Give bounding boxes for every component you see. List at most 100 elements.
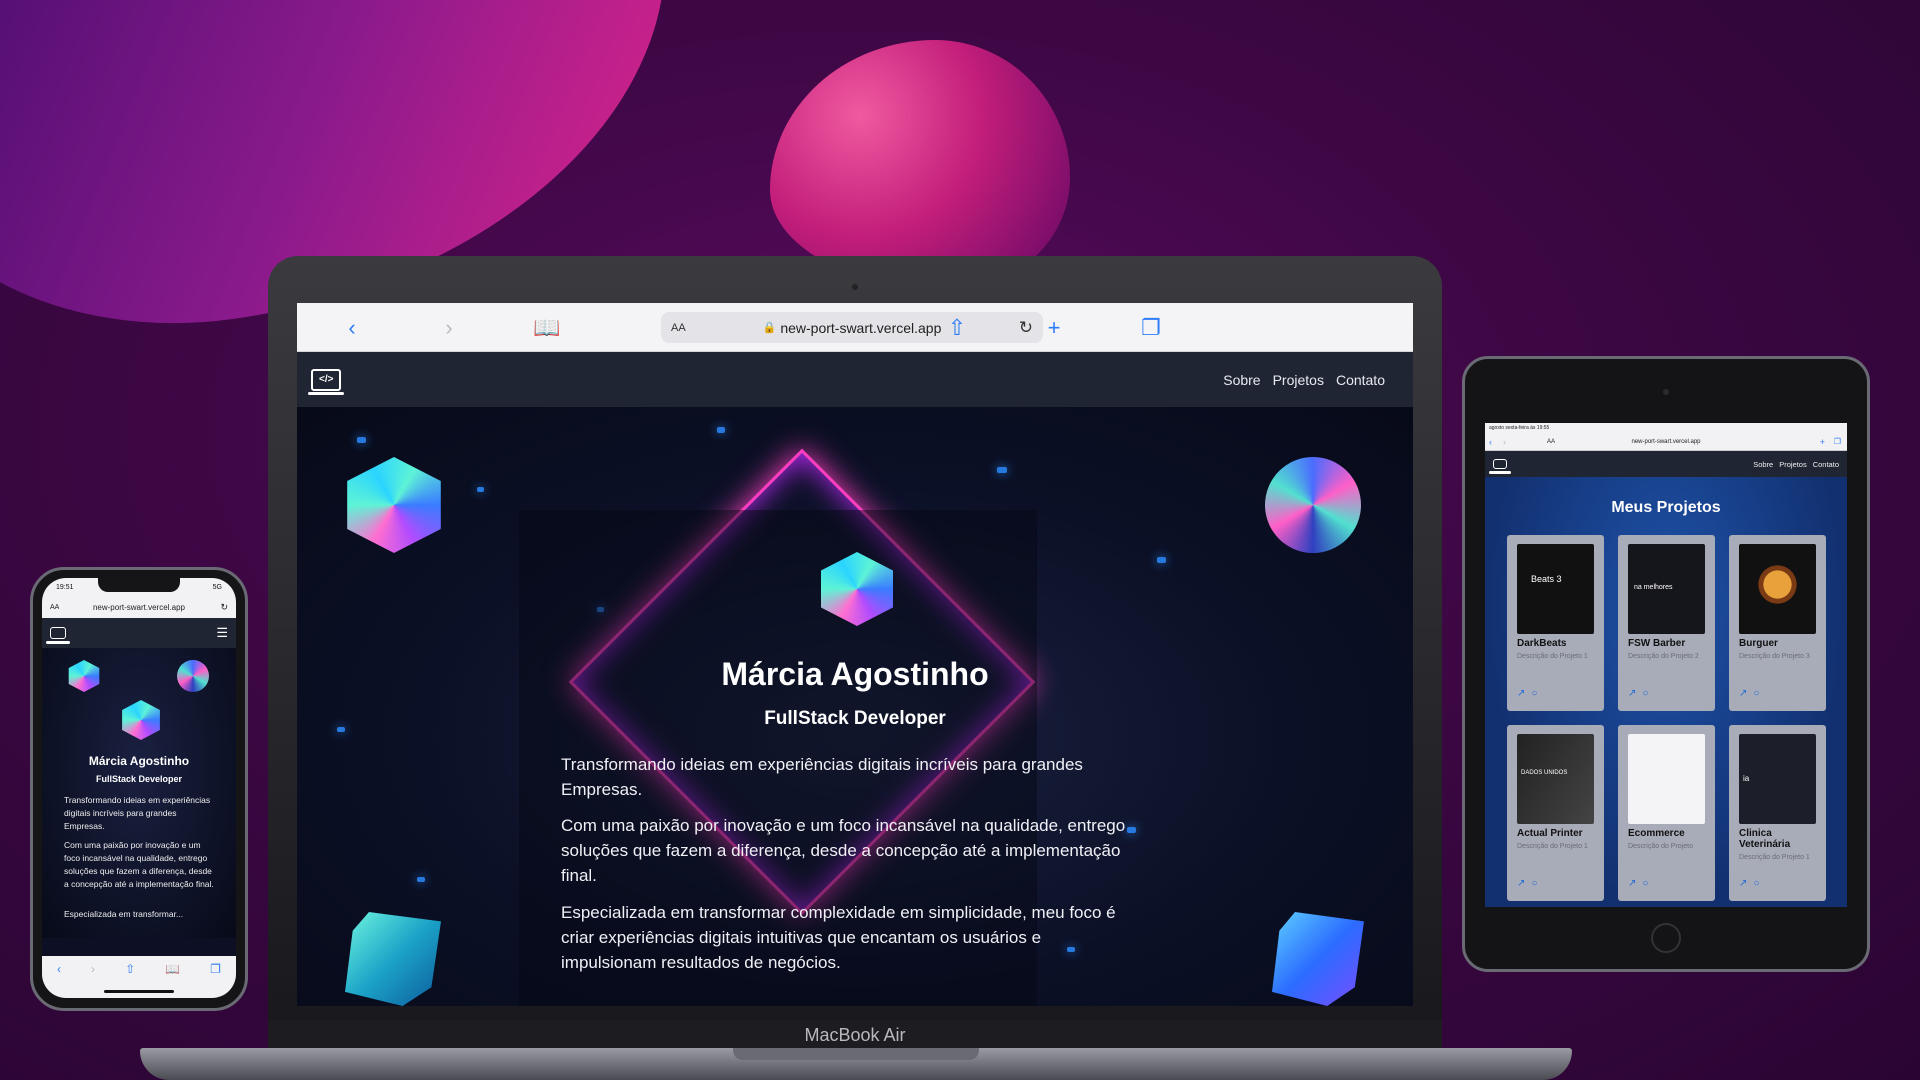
github-icon[interactable]: ○ — [1642, 878, 1648, 889]
hero-paragraph: Transformando ideias em experiências dig… — [561, 755, 1083, 799]
phone-hero-paragraph: Especializada em transformar... — [64, 909, 184, 919]
external-link-icon[interactable]: ↗ — [1739, 688, 1747, 699]
project-thumbnail — [1628, 734, 1705, 824]
project-card[interactable]: na melhores FSW Barber Descrição do Proj… — [1618, 535, 1715, 711]
book-icon[interactable]: 📖 — [527, 303, 567, 352]
project-thumbnail — [1739, 544, 1816, 634]
external-link-icon[interactable]: ↗ — [1739, 878, 1747, 889]
external-link-icon[interactable]: ↗ — [1517, 688, 1525, 699]
crystal-ball-icon — [177, 660, 209, 692]
nav-link-contato[interactable]: Contato — [1336, 372, 1385, 388]
project-links: ↗ ○ — [1517, 688, 1537, 699]
share-icon[interactable]: ⇧ — [937, 303, 977, 352]
github-icon[interactable]: ○ — [1531, 878, 1537, 889]
nav-links: Sobre Projetos Contato — [1223, 372, 1385, 388]
laptop-logo-icon[interactable] — [1489, 459, 1511, 474]
external-link-icon[interactable]: ↗ — [1517, 878, 1525, 889]
tablet-mockup: agosto sexta-feira às 19:55 ‹ › AA new-p… — [1462, 356, 1870, 972]
url-bar[interactable]: AA 🔒 new-port-swart.vercel.app ↻ — [661, 312, 1043, 343]
tablet-url-bar[interactable]: ‹ › AA new-port-swart.vercel.app ❐ + — [1485, 433, 1847, 451]
project-card[interactable]: Ecommerce Descrição do Projeto ↗ ○ — [1618, 725, 1715, 901]
tablet-home-button[interactable] — [1651, 923, 1681, 953]
nav-link-sobre[interactable]: Sobre — [1223, 372, 1260, 388]
external-link-icon[interactable]: ↗ — [1628, 688, 1636, 699]
phone-mockup: 19:51 5G AA new-port-swart.vercel.app ↻ … — [30, 567, 248, 1011]
project-card[interactable]: DADOS UNIDOS Actual Printer Descrição do… — [1507, 725, 1604, 901]
chevron-right-icon[interactable]: › — [1503, 437, 1506, 447]
crystal-gem-icon — [347, 457, 441, 553]
nav-link-sobre[interactable]: Sobre — [1753, 460, 1773, 469]
phone-hero: Márcia Agostinho FullStack Developer Tra… — [42, 648, 236, 938]
tabs-icon[interactable]: ❐ — [1131, 303, 1171, 352]
chevron-left-icon[interactable]: ‹ — [57, 962, 61, 998]
nav-link-projetos[interactable]: Projetos — [1273, 372, 1324, 388]
github-icon[interactable]: ○ — [1753, 878, 1759, 889]
project-links: ↗ ○ — [1739, 878, 1759, 889]
lock-icon: 🔒 — [762, 322, 777, 334]
project-name: Ecommerce — [1628, 828, 1685, 839]
tabs-icon[interactable]: ❐ — [1834, 437, 1841, 446]
phone-screen: 19:51 5G AA new-port-swart.vercel.app ↻ … — [42, 578, 236, 998]
hamburger-menu-icon[interactable]: ☰ — [216, 625, 228, 641]
phone-url-bar[interactable]: AA new-port-swart.vercel.app ↻ — [42, 596, 236, 618]
projects-title: Meus Projetos — [1611, 499, 1721, 516]
hero-section: Márcia Agostinho FullStack Developer Tra… — [297, 407, 1413, 1006]
hero-paragraph: Especializada em transformar complexidad… — [561, 903, 1116, 972]
phone-navbar: ☰ — [42, 618, 236, 648]
crystal-ball-icon — [1265, 457, 1361, 553]
crystal-gem-icon — [122, 700, 160, 740]
url-text: new-port-swart.vercel.app — [780, 319, 942, 336]
glow-dot — [357, 437, 366, 443]
nav-link-contato[interactable]: Contato — [1813, 460, 1839, 469]
tablet-navbar: Sobre Projetos Contato — [1485, 451, 1847, 477]
project-card[interactable]: Beats 3 DarkBeats Descrição do Projeto 1… — [1507, 535, 1604, 711]
chevron-right-icon[interactable]: › — [429, 303, 469, 352]
github-icon[interactable]: ○ — [1753, 688, 1759, 699]
laptop-logo-icon[interactable]: </> — [308, 368, 344, 395]
project-links: ↗ ○ — [1739, 688, 1759, 699]
tablet-nav-links: Sobre Projetos Contato — [1753, 460, 1839, 469]
glow-dot — [997, 467, 1007, 473]
project-card[interactable]: Burguer Descrição do Projeto 3 ↗ ○ — [1729, 535, 1826, 711]
plus-icon[interactable]: + — [1034, 303, 1074, 352]
reload-icon[interactable]: ↻ — [220, 602, 228, 613]
project-card[interactable]: ia Clinica Veterinária Descrição do Proj… — [1729, 725, 1826, 901]
github-icon[interactable]: ○ — [1642, 688, 1648, 699]
tablet-url-text: new-port-swart.vercel.app — [1631, 438, 1701, 445]
phone-text-size[interactable]: AA — [50, 604, 59, 611]
camera-dot — [852, 284, 858, 290]
text-size-button[interactable]: AA — [671, 322, 686, 334]
project-thumbnail: ia — [1739, 734, 1816, 824]
phone-home-indicator — [104, 990, 174, 993]
glow-dot — [417, 877, 425, 882]
external-link-icon[interactable]: ↗ — [1628, 878, 1636, 889]
chevron-right-icon[interactable]: › — [91, 962, 95, 998]
phone-hero-name: Márcia Agostinho — [88, 754, 190, 768]
background-blob-magenta — [770, 40, 1070, 290]
tablet-screen: agosto sexta-feira às 19:55 ‹ › AA new-p… — [1485, 423, 1847, 907]
chevron-left-icon[interactable]: ‹ — [332, 303, 372, 352]
tablet-text-size[interactable]: AA — [1547, 439, 1555, 445]
github-icon[interactable]: ○ — [1531, 688, 1537, 699]
tabs-icon[interactable]: ❐ — [210, 962, 221, 998]
glow-dot — [717, 427, 725, 433]
projects-section: Meus Projetos Beats 3 DarkBeats Descriçã… — [1485, 477, 1847, 907]
glow-dot — [477, 487, 484, 492]
laptop-logo-icon[interactable] — [46, 627, 70, 644]
browser-toolbar: ‹ › 📖 AA 🔒 new-port-swart.vercel.app ↻ ⇧… — [297, 303, 1413, 352]
tablet-camera — [1663, 389, 1669, 395]
project-name: Burguer — [1739, 638, 1778, 649]
chevron-left-icon[interactable]: ‹ — [1489, 437, 1492, 447]
project-name: DarkBeats — [1517, 638, 1567, 649]
project-description: Descrição do Projeto 3 — [1739, 653, 1810, 660]
reload-icon[interactable]: ↻ — [1019, 318, 1033, 338]
project-description: Descrição do Projeto 1 — [1517, 843, 1588, 850]
project-thumbnail: Beats 3 — [1517, 544, 1594, 634]
phone-hero-paragraph: Com uma paixão por inovação e um foco in… — [64, 840, 214, 889]
project-description: Descrição do Projeto 1 — [1517, 653, 1588, 660]
laptop-screen: ‹ › 📖 AA 🔒 new-port-swart.vercel.app ↻ ⇧… — [297, 303, 1413, 1006]
project-name: Clinica Veterinária — [1739, 828, 1791, 850]
plus-icon[interactable]: + — [1820, 437, 1825, 447]
nav-link-projetos[interactable]: Projetos — [1779, 460, 1807, 469]
tablet-status-bar: agosto sexta-feira às 19:55 — [1485, 423, 1847, 433]
